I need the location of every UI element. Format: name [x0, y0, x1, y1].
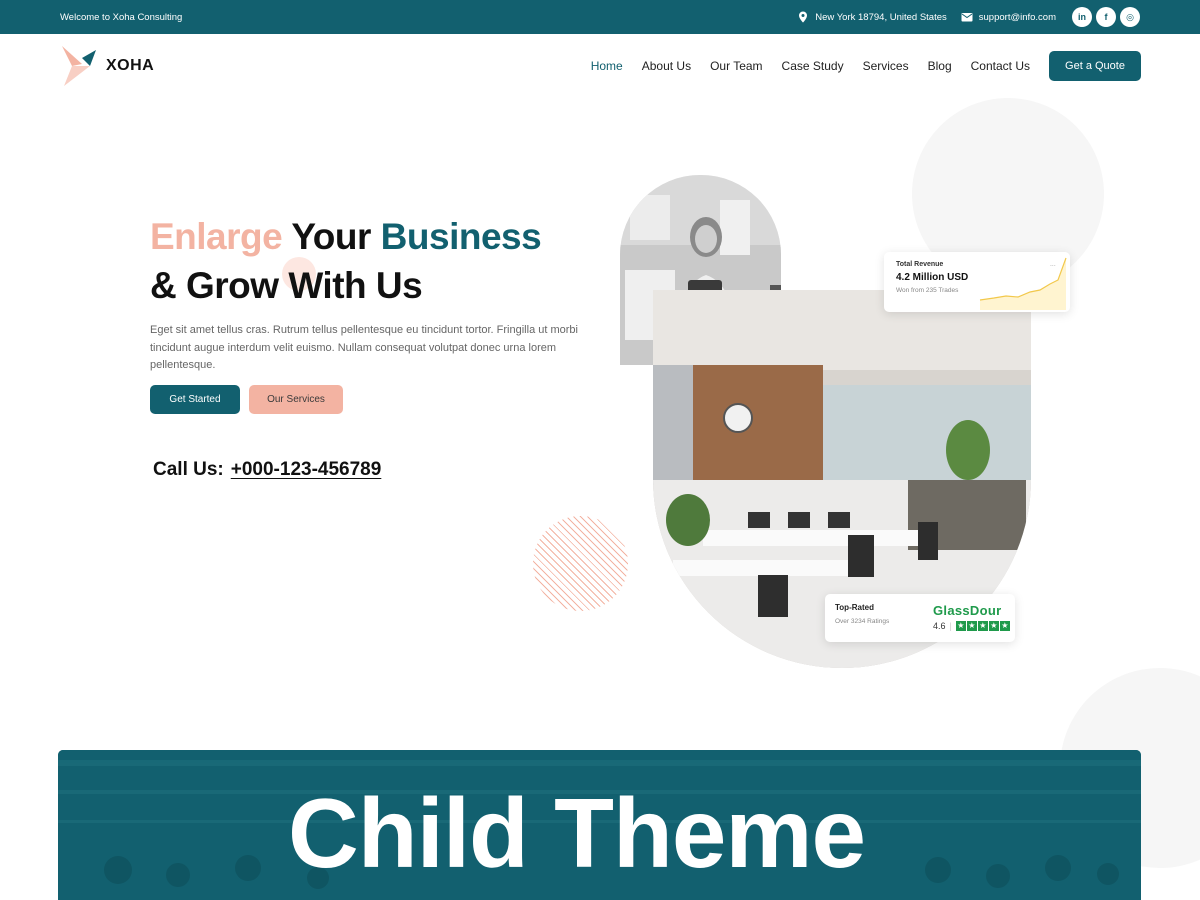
linkedin-icon[interactable]: in — [1072, 7, 1092, 27]
site-header: XOHA Home About Us Our Team Case Study S… — [0, 34, 1200, 98]
address-text: New York 18794, United States — [815, 11, 947, 23]
hero-title: Enlarge Your Business & Grow With Us — [150, 212, 620, 310]
star-icon: ★ — [988, 621, 999, 631]
rating-score: 4.6 — [933, 621, 946, 631]
nav-contact-us[interactable]: Contact Us — [971, 59, 1030, 73]
get-quote-button[interactable]: Get a Quote — [1049, 51, 1141, 81]
logo[interactable]: XOHA — [60, 44, 154, 88]
hero-description: Eget sit amet tellus cras. Rutrum tellus… — [150, 324, 578, 371]
main-nav: Home About Us Our Team Case Study Servic… — [572, 51, 1141, 81]
facebook-icon[interactable]: f — [1096, 7, 1116, 27]
our-services-button[interactable]: Our Services — [249, 385, 343, 414]
banner-text: Child Theme — [287, 778, 866, 888]
logo-mark-icon — [62, 46, 96, 86]
email-item[interactable]: support@info.com — [961, 11, 1056, 23]
rating-score-row: 4.6 | ★ ★ ★ ★ ★ — [933, 621, 1010, 631]
star-icon: ★ — [966, 621, 977, 631]
instagram-icon[interactable]: ◎ — [1120, 7, 1140, 27]
star-icon: ★ — [999, 621, 1010, 631]
nav-case-study[interactable]: Case Study — [782, 59, 844, 73]
star-icon: ★ — [955, 621, 966, 631]
email-text: support@info.com — [978, 11, 1056, 23]
glassdour-brand: GlassDour — [933, 603, 1002, 618]
nav-home[interactable]: Home — [591, 59, 623, 73]
address-item: New York 18794, United States — [797, 11, 947, 23]
topbar-contact: New York 18794, United States support@in… — [797, 7, 1140, 27]
title-line-2: & Grow With Us — [150, 265, 423, 306]
striped-circle-decor — [533, 516, 628, 611]
social-links: in f ◎ — [1072, 7, 1140, 27]
title-highlight-teal: Business — [380, 216, 542, 257]
banner-heading: Child Theme — [0, 778, 1200, 888]
mail-icon — [961, 13, 973, 22]
nav-about-us[interactable]: About Us — [642, 59, 691, 73]
rating-stars: ★ ★ ★ ★ ★ — [955, 621, 1010, 631]
title-word: Your — [291, 216, 371, 257]
star-icon: ★ — [977, 621, 988, 631]
rating-card: Top-Rated Over 3234 Ratings GlassDour 4.… — [825, 594, 1015, 642]
location-pin-icon — [799, 11, 808, 23]
logo-text: XOHA — [106, 57, 155, 74]
svg-text:···: ··· — [1050, 263, 1056, 270]
top-bar: Welcome to Xoha Consulting New York 1879… — [0, 0, 1200, 34]
call-us: Call Us: +000-123-456789 — [153, 459, 381, 481]
nav-blog[interactable]: Blog — [928, 59, 952, 73]
revenue-sparkline: ··· — [979, 257, 1067, 310]
revenue-card: Total Revenue 4.2 Million USD Won from 2… — [884, 252, 1070, 312]
title-highlight-pink: Enlarge — [150, 216, 283, 257]
phone-link[interactable]: +000-123-456789 — [231, 459, 382, 481]
nav-services[interactable]: Services — [863, 59, 909, 73]
call-label: Call Us: — [153, 459, 224, 480]
nav-our-team[interactable]: Our Team — [710, 59, 762, 73]
welcome-text: Welcome to Xoha Consulting — [60, 11, 183, 23]
get-started-button[interactable]: Get Started — [150, 385, 240, 414]
